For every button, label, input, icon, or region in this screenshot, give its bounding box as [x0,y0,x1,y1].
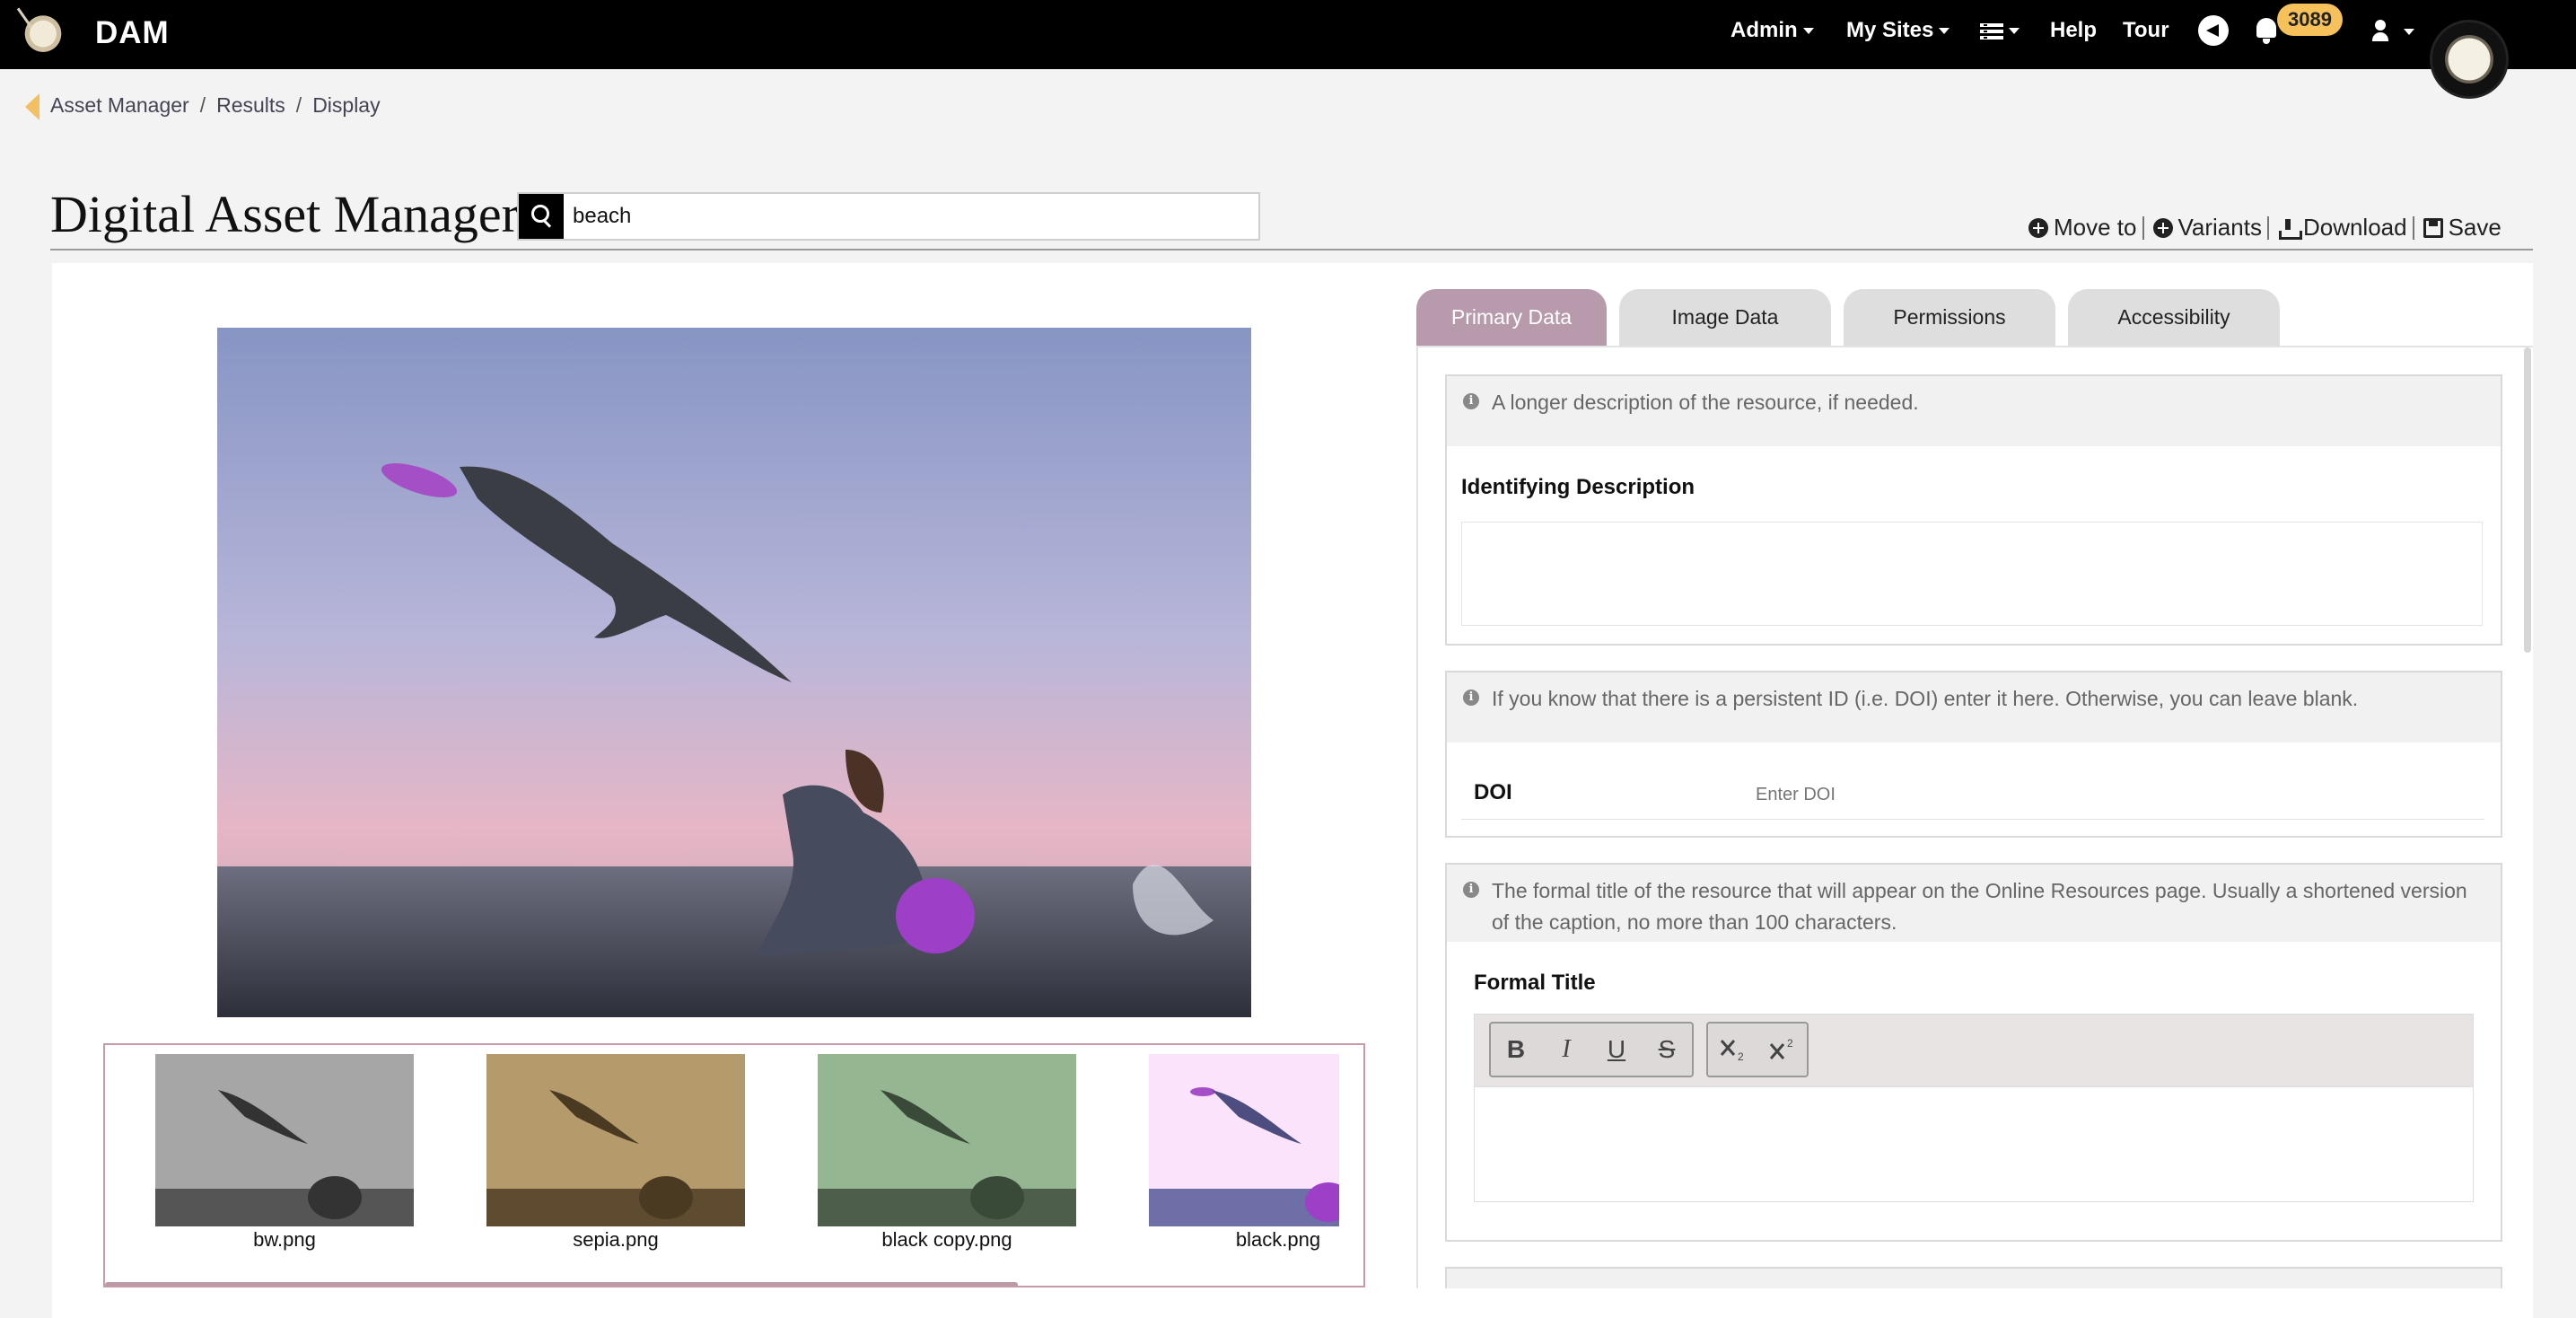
subscript-icon[interactable]: 2 [1708,1024,1757,1076]
search-input[interactable] [573,198,1246,234]
tab-permissions[interactable]: Permissions [1844,289,2055,346]
format-group: B I U S [1489,1022,1694,1077]
formal-title-hint: i The formal title of the resource that … [1447,865,2501,942]
save-icon [2423,217,2443,238]
plus-circle-icon [2152,217,2173,238]
description-input[interactable] [1461,522,2483,626]
breadcrumb-display[interactable]: Display [312,93,380,117]
svg-text:2: 2 [1787,1037,1793,1050]
tab-accessibility[interactable]: Accessibility [2068,289,2280,346]
formal-title-label: Formal Title [1474,971,1596,995]
doi-row: DOI [1461,766,2484,820]
primary-data-panel: i A longer description of the resource, … [1416,346,2533,1288]
formal-title-card: i The formal title of the resource that … [1445,863,2502,1242]
plus-circle-icon [2028,217,2048,238]
superscript-icon[interactable]: 2 [1757,1024,1807,1076]
user-menu-caret-icon[interactable] [2404,29,2414,35]
thumbnail-black[interactable] [1149,1054,1339,1226]
thumbnail-scrollbar[interactable] [105,1282,1018,1286]
user-icon[interactable] [2370,20,2391,43]
tab-primary-data[interactable]: Primary Data [1416,289,1607,346]
notification-badge[interactable]: 3089 [2277,4,2343,36]
thumbnail-sepia[interactable] [486,1054,745,1226]
back-arrow-icon[interactable] [25,93,39,120]
apps-menu[interactable] [1980,18,2020,43]
breadcrumb: Asset Manager / Results / Display [50,93,381,117]
variants-button[interactable]: Variants [2152,214,2262,242]
thumbnail-bw[interactable] [155,1054,414,1226]
doi-card: i If you know that there is a persistent… [1445,671,2502,838]
asset-actions: Move to Variants Download Save [2028,214,2502,242]
search-box [517,192,1260,241]
description-label: Identifying Description [1461,475,1695,499]
thumbnail-label: black.png [1235,1228,1321,1251]
svg-text:2: 2 [1738,1050,1744,1062]
italic-button[interactable]: I [1541,1024,1591,1076]
thumbnail-black-copy[interactable] [818,1054,1076,1226]
formal-title-editor[interactable] [1474,1087,2474,1202]
top-navbar: DAM Admin My Sites Help Tour 3089 [0,0,2576,99]
logo-icon[interactable] [20,8,66,55]
strikethrough-button[interactable]: S [1642,1024,1692,1076]
thumbnail-label: black copy.png [881,1228,1012,1251]
info-icon: i [1463,882,1479,898]
brand-name[interactable]: DAM [95,15,170,51]
doi-input[interactable] [1756,778,2465,811]
panel-scrollbar[interactable] [2524,347,2531,653]
nav-admin[interactable]: Admin [1730,18,1814,43]
rich-text-toolbar: B I U S 2 2 [1474,1014,2474,1087]
info-icon: i [1463,393,1479,409]
thumbnail-label: sepia.png [573,1228,659,1251]
thumbnail-label: bw.png [253,1228,316,1251]
search-icon[interactable] [519,194,564,239]
underline-button[interactable]: U [1591,1024,1642,1076]
nav-my-sites[interactable]: My Sites [1846,18,1950,43]
doi-label: DOI [1474,780,1512,804]
description-hint: i A longer description of the resource, … [1447,376,2501,446]
asset-preview-image[interactable] [217,328,1251,1017]
variant-thumbnails: bw.png sepia.png black copy.png black.pn… [103,1043,1365,1287]
bold-button[interactable]: B [1491,1024,1541,1076]
breadcrumb-asset-manager[interactable]: Asset Manager [50,93,189,117]
list-icon [1980,22,2003,40]
doi-hint: i If you know that there is a persistent… [1447,672,2501,742]
nav-tour[interactable]: Tour [2123,18,2169,43]
title-divider [50,249,2533,250]
save-button[interactable]: Save [2423,214,2502,242]
script-group: 2 2 [1706,1022,1809,1077]
nav-help[interactable]: Help [2050,18,2097,43]
info-icon: i [1463,690,1479,706]
download-icon [2278,218,2302,240]
page-title: Digital Asset Manager [50,185,519,243]
next-field-card [1445,1267,2502,1288]
description-card: i A longer description of the resource, … [1445,374,2502,646]
avatar[interactable] [2430,20,2509,99]
announcement-icon[interactable] [2198,15,2229,46]
move-to-button[interactable]: Move to [2028,214,2137,242]
breadcrumb-results[interactable]: Results [216,93,285,117]
tab-image-data[interactable]: Image Data [1619,289,1831,346]
download-button[interactable]: Download [2278,214,2407,242]
